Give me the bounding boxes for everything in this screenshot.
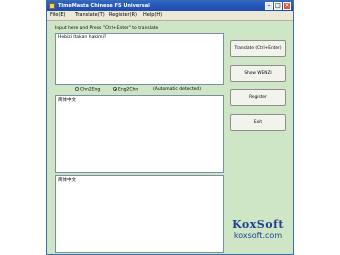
radio-eng2chn-label: Eng2Chn — [118, 87, 139, 93]
translation-output[interactable]: 简体中文 — [55, 95, 224, 173]
radio-eng2chn-dot[interactable] — [113, 87, 117, 91]
auto-detect-note: (Automatic detected) — [153, 87, 202, 92]
window-title: TimeMasta Chinese FS Universal — [58, 3, 150, 9]
radio-chn2eng-label: Chn2Eng — [80, 87, 101, 93]
translate-button[interactable]: Translate (Ctrl+Enter) — [230, 40, 286, 57]
direction-options: Chn2Eng Eng2Chn (Automatic detected) — [75, 87, 225, 95]
radio-eng2chn[interactable]: Eng2Chn — [113, 87, 138, 94]
minimize-button[interactable]: – — [265, 2, 273, 10]
radio-chn2eng-dot[interactable] — [75, 87, 79, 91]
app-icon — [49, 3, 55, 9]
pinyin-output[interactable]: 简体中文 — [55, 175, 224, 253]
source-text-input[interactable]: Hebizi Itakan hakimi? — [55, 33, 224, 85]
menu-translate[interactable]: Translate(T) — [75, 12, 105, 19]
menu-file[interactable]: File(E) — [50, 12, 65, 19]
register-button[interactable]: Register — [230, 89, 286, 106]
maximize-button[interactable]: □ — [274, 2, 282, 10]
menu-help[interactable]: Help(H) — [143, 12, 162, 19]
logo-url: koxsoft.com — [233, 231, 283, 240]
menu-register[interactable]: Register(R) — [109, 12, 137, 19]
exit-button[interactable]: Exit — [230, 114, 286, 131]
menu-bar: File(E) Translate(T) Register(R) Help(H) — [47, 11, 293, 21]
input-prompt: Input here and Press "Ctrl+Enter" to tra… — [55, 26, 159, 31]
koxsoft-logo: KoxSoft koxsoft.com — [230, 219, 286, 241]
close-button[interactable]: × — [283, 2, 291, 10]
app-window: TimeMasta Chinese FS Universal – □ × Fil… — [46, 0, 294, 255]
title-bar[interactable]: TimeMasta Chinese FS Universal – □ × — [47, 1, 293, 11]
show-wenzi-button[interactable]: Show WENZI — [230, 65, 286, 82]
logo-brand: KoxSoft — [232, 218, 284, 231]
radio-chn2eng[interactable]: Chn2Eng — [75, 87, 100, 94]
